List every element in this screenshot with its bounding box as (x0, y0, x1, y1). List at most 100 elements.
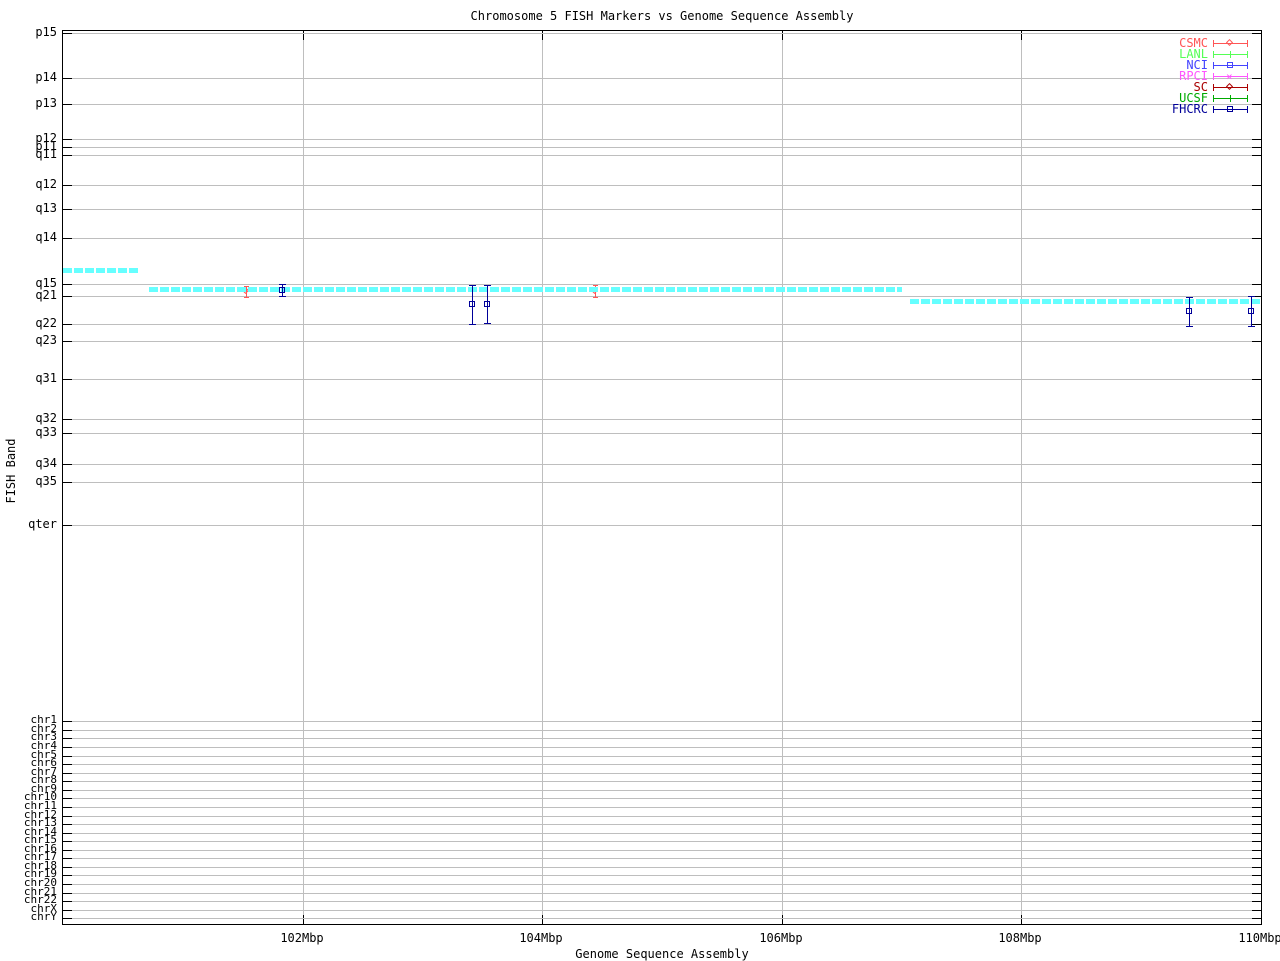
chromosome-gridline (63, 807, 1261, 808)
y-tick-left (63, 910, 72, 911)
y-tick-label: q12 (35, 177, 57, 191)
y-tick-right (1252, 918, 1261, 919)
y-tick-left (63, 139, 72, 140)
y-tick-right (1252, 324, 1261, 325)
legend-sample-cap (1213, 62, 1214, 69)
errorbar-cap-FHCRC (1248, 326, 1255, 327)
y-tick-label: q31 (35, 371, 57, 385)
y-tick-label: q34 (35, 456, 57, 470)
chromosome-gridline (63, 875, 1261, 876)
square-marker-icon-FHCRC (1186, 308, 1192, 314)
square-marker-icon-FHCRC (484, 301, 490, 307)
y-tick-label: p13 (35, 96, 57, 110)
y-tick-left (63, 867, 72, 868)
y-tick-right (1252, 419, 1261, 420)
y-tick-left (63, 419, 72, 420)
band-extent-line (63, 268, 138, 273)
y-tick-left (63, 284, 72, 285)
band-gridline (63, 139, 1261, 140)
y-tick-right (1252, 284, 1261, 285)
band-gridline (63, 419, 1261, 420)
legend-sample-cap (1247, 106, 1248, 113)
y-tick-left (63, 798, 72, 799)
errorbar-cap-FHCRC (484, 285, 491, 286)
y-tick-right (1252, 147, 1261, 148)
y-tick-left (63, 781, 72, 782)
x-marker-icon-rpci: × (1226, 70, 1233, 83)
band-gridline (63, 296, 1261, 297)
y-tick-right (1252, 738, 1261, 739)
errorbar-cap-CSMC (593, 297, 598, 298)
y-tick-left (63, 433, 72, 434)
x-tick-label: 108Mbp (998, 931, 1042, 945)
y-tick-right (1252, 875, 1261, 876)
errorbar-cap-FHCRC (469, 285, 476, 286)
y-tick-left (63, 147, 72, 148)
y-tick-right (1252, 341, 1261, 342)
y-tick-left (63, 296, 72, 297)
band-gridline (63, 284, 1261, 285)
y-tick-left (63, 884, 72, 885)
y-tick-label: q32 (35, 411, 57, 425)
chromosome-gridline (63, 841, 1261, 842)
x-tick-bottom (542, 915, 543, 924)
y-tick-right (1252, 379, 1261, 380)
chromosome-gridline (63, 884, 1261, 885)
y-tick-right (1252, 433, 1261, 434)
y-tick-left (63, 850, 72, 851)
y-tick-right (1252, 850, 1261, 851)
y-tick-right (1252, 464, 1261, 465)
y-tick-left (63, 209, 72, 210)
errorbar-cap-CSMC (244, 297, 249, 298)
y-tick-label: q11 (35, 147, 57, 161)
band-gridline (63, 433, 1261, 434)
legend-sample-cap (1213, 84, 1214, 91)
band-gridline (63, 209, 1261, 210)
errorbar-cap-FHCRC (279, 284, 286, 285)
chromosome-gridline (63, 858, 1261, 859)
square-marker-icon-nci (1227, 62, 1233, 68)
legend-sample-cap (1247, 73, 1248, 80)
y-tick-right (1252, 747, 1261, 748)
y-tick-right (1252, 816, 1261, 817)
chart-title: Chromosome 5 FISH Markers vs Genome Sequ… (470, 9, 854, 23)
y-tick-right (1252, 884, 1261, 885)
plot-area: CSMC LANL NCI RPCI × SC UCSF FHCRC (62, 30, 1262, 925)
legend-sample-cap (1213, 51, 1214, 58)
band-extent-line (149, 287, 902, 292)
band-gridline (63, 482, 1261, 483)
y-tick-left (63, 756, 72, 757)
legend-label: FHCRC (1171, 102, 1208, 116)
plus-marker-icon-lanl (1230, 51, 1231, 58)
y-tick-label: q33 (35, 425, 57, 439)
x-axis-title: Genome Sequence Assembly (575, 947, 749, 961)
y-tick-left (63, 238, 72, 239)
errorbar-cap-FHCRC (1248, 296, 1255, 297)
y-tick-right (1252, 824, 1261, 825)
chromosome-tick-label: chrY (30, 910, 58, 923)
y-tick-left (63, 464, 72, 465)
x-tick-label: 106Mbp (759, 931, 803, 945)
y-tick-left (63, 721, 72, 722)
y-tick-right (1252, 841, 1261, 842)
chromosome-gridline (63, 790, 1261, 791)
y-tick-label: q23 (35, 333, 57, 347)
band-gridline (63, 341, 1261, 342)
legend-sample-cap (1247, 51, 1248, 58)
band-gridline (63, 525, 1261, 526)
y-tick-label: q21 (35, 288, 57, 302)
y-tick-left (63, 525, 72, 526)
y-tick-label: q22 (35, 316, 57, 330)
y-tick-left (63, 324, 72, 325)
legend-sample-cap (1247, 40, 1248, 47)
y-tick-left (63, 841, 72, 842)
y-tick-right (1252, 773, 1261, 774)
chromosome-gridline (63, 730, 1261, 731)
y-tick-right (1252, 790, 1261, 791)
y-tick-label: p14 (35, 70, 57, 84)
y-tick-left (63, 185, 72, 186)
legend-sample-cap (1213, 40, 1214, 47)
y-tick-right (1252, 858, 1261, 859)
y-tick-right (1252, 893, 1261, 894)
chromosome-gridline (63, 816, 1261, 817)
